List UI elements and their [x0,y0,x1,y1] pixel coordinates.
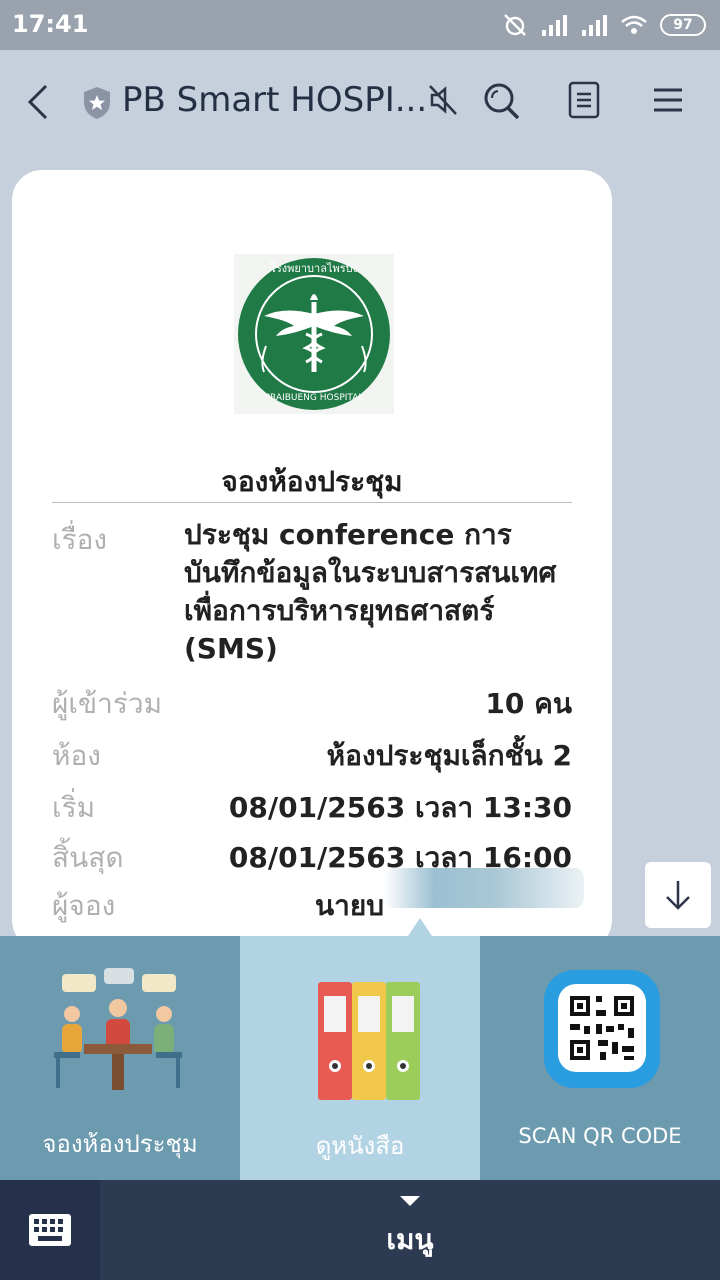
alarm-off-icon [504,14,526,36]
status-icons: 97 [502,12,706,38]
signal-icon-2 [582,15,607,36]
back-arrow-icon [27,84,48,120]
subject-value: ประชุม conference การบันทึกข้อมูลในระบบส… [184,518,557,665]
rich-menu-label-scan-qr: SCAN QR CODE [518,1124,682,1148]
binders-icon [318,982,420,1100]
hospital-logo: โรงพยาบาลไพรบึง PRAIBUENG HOSPITAL [234,254,394,414]
room-label: ห้อง [52,739,101,772]
rich-menu-pointer [408,918,432,936]
menu-label: เมนู [386,1223,434,1256]
card-title: จองห้องประชุม [221,465,403,498]
menu-icon [654,88,682,112]
rich-menu-toggle[interactable]: เมนู [100,1180,720,1280]
menu-button[interactable] [652,80,684,124]
rich-menu-item-view-documents[interactable]: ดูหนังสือ [240,936,480,1180]
chat-header: PB Smart HOSPI... [0,50,720,158]
rich-menu-label-view-documents: ดูหนังสือ [315,1132,405,1160]
qr-code-icon [544,970,660,1088]
subject-label: เรื่อง [52,523,108,556]
chat-title: PB Smart HOSPI... [122,80,428,120]
search-button[interactable] [482,80,522,126]
start-value: 08/01/2563 เวลา 13:30 [228,791,572,824]
bottom-bar: เมนู [0,1180,720,1280]
start-label: เริ่ม [52,791,96,824]
attendees-value: 10 คน [485,687,572,720]
divider [52,502,572,503]
shield-star-icon [82,86,112,124]
rich-menu: จองห้องประชุม ดูหนังสือ SCAN QR CODE [0,936,720,1180]
rich-menu-item-scan-qr[interactable]: SCAN QR CODE [480,936,720,1180]
end-label: สิ้นสุด [52,841,124,874]
clock: 17:41 [12,10,89,38]
rich-menu-label-book-room: จองห้องประชุม [42,1130,198,1158]
keyboard-icon [29,1214,71,1246]
mute-button[interactable] [428,80,460,124]
status-bar: 17:41 97 [0,0,720,50]
rich-menu-item-book-room[interactable]: จองห้องประชุม [0,936,240,1180]
arrow-down-icon [666,881,690,910]
booker-label: ผู้จอง [52,889,116,922]
search-icon [484,83,520,120]
meeting-people-icon [54,968,182,1090]
keyboard-toggle-button[interactable] [0,1180,100,1280]
mute-icon [429,85,457,115]
scroll-down-button[interactable] [645,862,711,928]
battery-indicator: 97 [660,14,706,36]
signal-icon [542,15,567,36]
booker-value: นายบ [314,889,384,922]
back-button[interactable] [24,82,52,126]
notes-icon [568,81,600,119]
booking-message-card[interactable]: โรงพยาบาลไพรบึง PRAIBUENG HOSPITAL จองห้… [12,170,612,950]
caret-down-icon [400,1196,420,1206]
attendees-label: ผู้เข้าร่วม [52,687,163,720]
notes-button[interactable] [568,80,600,124]
redaction-blur [384,868,584,908]
logo-top-text: โรงพยาบาลไพรบึง [270,261,358,275]
wifi-icon [621,15,647,34]
room-value: ห้องประชุมเล็กชั้น 2 [326,739,572,772]
logo-bottom-text: PRAIBUENG HOSPITAL [265,393,364,403]
